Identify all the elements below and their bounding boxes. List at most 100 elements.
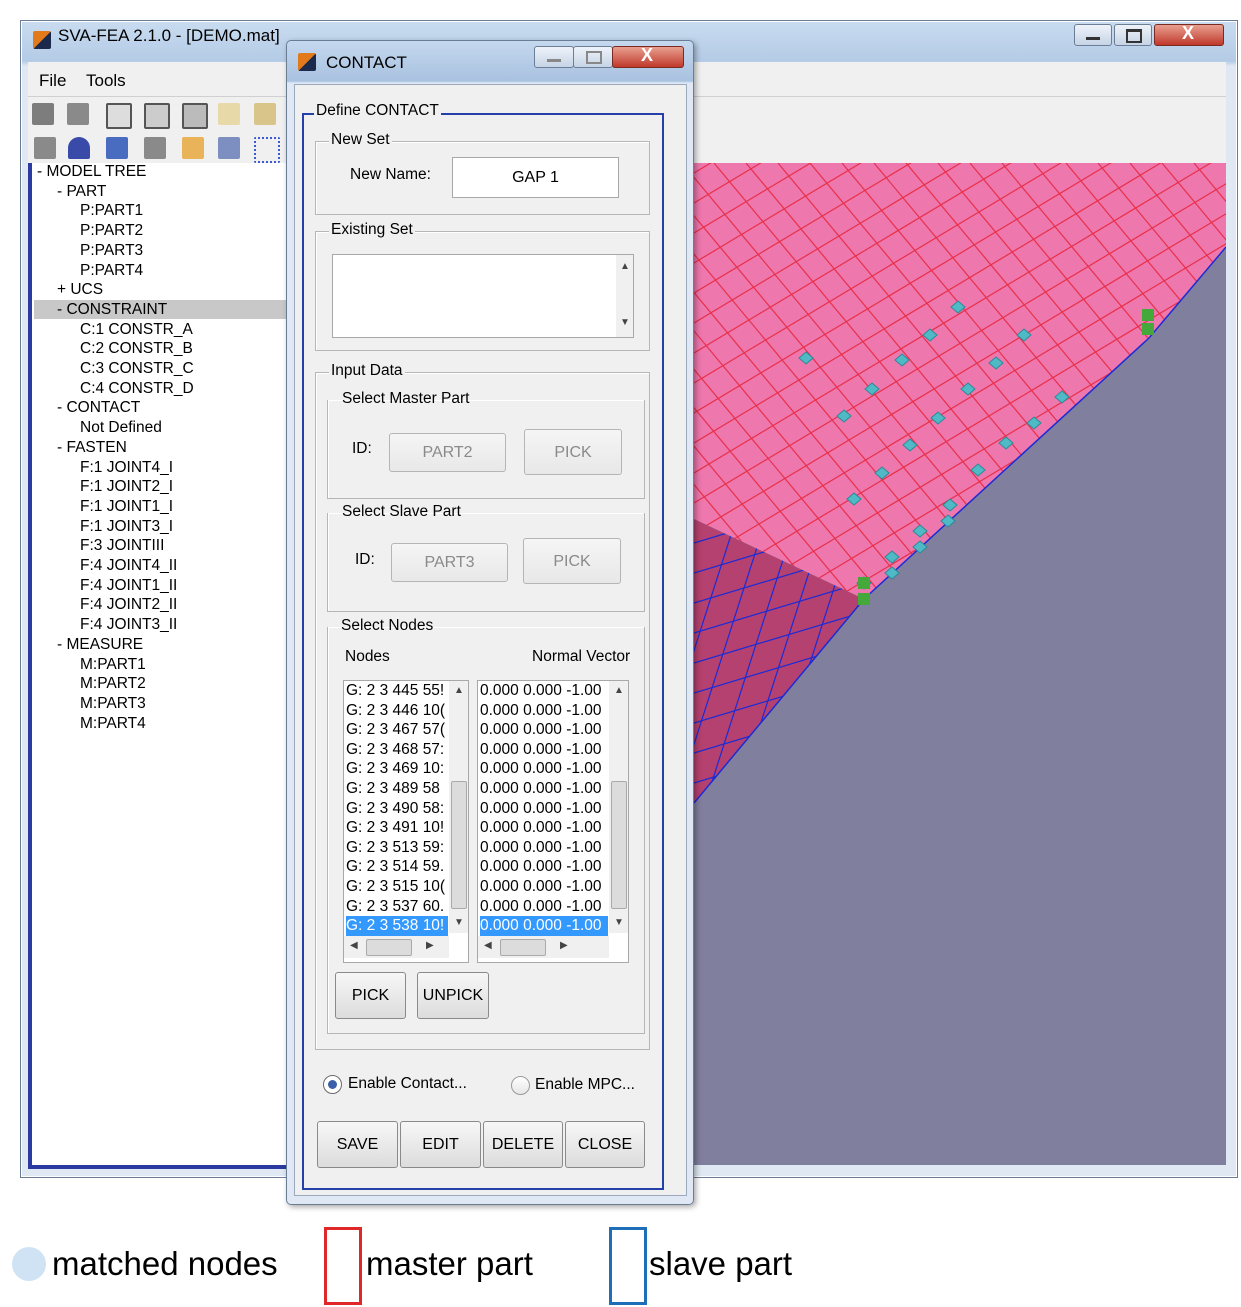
- tree-item[interactable]: F:3 JOINTIII: [80, 536, 164, 555]
- node-row[interactable]: G: 2 3 468 57:: [346, 740, 448, 760]
- normal-vector-row[interactable]: 0.000 0.000 -1.00: [480, 799, 608, 819]
- normal-vector-row[interactable]: 0.000 0.000 -1.00: [480, 857, 608, 877]
- scroll-thumb[interactable]: [611, 781, 627, 909]
- normal-vector-list[interactable]: 0.000 0.000 -1.00 0.000 0.000 -1.00 0.000 …: [477, 680, 629, 963]
- normal-vector-row[interactable]: 0.000 0.000 -1.00: [480, 897, 608, 917]
- slave-pick-button[interactable]: PICK: [523, 538, 621, 584]
- scroll-left-icon[interactable]: ◀: [350, 940, 358, 951]
- rotate-icon[interactable]: [106, 137, 128, 159]
- scroll-up-icon[interactable]: ▲: [614, 685, 624, 696]
- tree-item[interactable]: C:3 CONSTR_C: [80, 359, 194, 378]
- pin-icon[interactable]: [68, 137, 90, 159]
- normal-vector-row[interactable]: 0.000 0.000 -1.00: [480, 838, 608, 858]
- dialog-minimize-button[interactable]: [534, 46, 574, 68]
- tree-item[interactable]: Not Defined: [80, 418, 162, 437]
- normal-vector-row[interactable]: 0.000 0.000 -1.00: [480, 818, 608, 838]
- window-close-button[interactable]: X: [1154, 23, 1224, 46]
- tree-item[interactable]: P:PART4: [80, 261, 143, 280]
- enable-mpc-radio[interactable]: [511, 1076, 530, 1095]
- tree-item[interactable]: P:PART2: [80, 221, 143, 240]
- tree-item[interactable]: F:4 JOINT3_II: [80, 615, 177, 634]
- node-row[interactable]: G: 2 3 489 58: [346, 779, 448, 799]
- new-icon[interactable]: [32, 103, 54, 125]
- scroll-thumb[interactable]: [451, 781, 467, 909]
- minimize-button[interactable]: [1074, 24, 1112, 46]
- scroll-left-icon[interactable]: ◀: [484, 940, 492, 951]
- mesh-icon[interactable]: [106, 103, 132, 129]
- vertical-scrollbar[interactable]: ▲ ▼: [609, 681, 628, 933]
- tree-item[interactable]: F:4 JOINT4_II: [80, 556, 177, 575]
- tree-item[interactable]: F:4 JOINT2_II: [80, 595, 177, 614]
- align-icon[interactable]: [182, 137, 204, 159]
- tree-item[interactable]: - FASTEN: [57, 438, 127, 457]
- scroll-thumb[interactable]: [500, 939, 546, 956]
- tree-item[interactable]: M:PART2: [80, 674, 146, 693]
- viewport-3d[interactable]: [694, 163, 1226, 1165]
- node-row[interactable]: G: 2 3 490 58:: [346, 799, 448, 819]
- normal-vector-row[interactable]: 0.000 0.000 -1.00: [480, 916, 608, 936]
- node-row[interactable]: G: 2 3 445 55!: [346, 681, 448, 701]
- edit-button[interactable]: EDIT: [400, 1121, 481, 1168]
- tree-item[interactable]: + UCS: [57, 280, 103, 299]
- scroll-down-icon[interactable]: ▼: [620, 317, 630, 328]
- tree-item[interactable]: C:2 CONSTR_B: [80, 339, 193, 358]
- nodes-unpick-button[interactable]: UNPICK: [417, 972, 489, 1019]
- node-row[interactable]: G: 2 3 491 10!: [346, 818, 448, 838]
- select-icon[interactable]: [34, 137, 56, 159]
- normal-vector-row[interactable]: 0.000 0.000 -1.00: [480, 779, 608, 799]
- tree-item[interactable]: - MEASURE: [57, 635, 143, 654]
- dialog-maximize-button[interactable]: [573, 46, 613, 68]
- enable-contact-radio[interactable]: [323, 1075, 342, 1094]
- horizontal-scrollbar[interactable]: ◀ ▶: [478, 936, 609, 958]
- save-button[interactable]: SAVE: [317, 1121, 398, 1168]
- normal-vector-row[interactable]: 0.000 0.000 -1.00: [480, 759, 608, 779]
- vertical-scrollbar[interactable]: ▲ ▼: [449, 681, 468, 933]
- tree-item[interactable]: - MODEL TREE: [37, 162, 146, 181]
- normal-vector-row[interactable]: 0.000 0.000 -1.00: [480, 701, 608, 721]
- tree-item[interactable]: P:PART1: [80, 201, 143, 220]
- node-row[interactable]: G: 2 3 514 59.: [346, 857, 448, 877]
- tree-item[interactable]: M:PART1: [80, 655, 146, 674]
- master-pick-button[interactable]: PICK: [524, 429, 622, 475]
- scroll-up-icon[interactable]: ▲: [620, 261, 630, 272]
- dialog-close-button[interactable]: X: [612, 45, 684, 68]
- tree-item[interactable]: C:1 CONSTR_A: [80, 320, 193, 339]
- node-row[interactable]: G: 2 3 513 59:: [346, 838, 448, 858]
- measure-icon[interactable]: [218, 137, 240, 159]
- node-row[interactable]: G: 2 3 537 60.: [346, 897, 448, 917]
- tree-item[interactable]: F:1 JOINT1_I: [80, 497, 173, 516]
- tree-item[interactable]: F:1 JOINT2_I: [80, 477, 173, 496]
- open-icon[interactable]: [67, 103, 89, 125]
- delete-button[interactable]: DELETE: [483, 1121, 563, 1168]
- tree-item[interactable]: C:4 CONSTR_D: [80, 379, 194, 398]
- close-button[interactable]: CLOSE: [565, 1121, 645, 1168]
- mesh-refine-icon[interactable]: [144, 103, 170, 129]
- tree-item[interactable]: M:PART3: [80, 694, 146, 713]
- normal-vector-row[interactable]: 0.000 0.000 -1.00: [480, 720, 608, 740]
- scale-z-icon[interactable]: [254, 103, 276, 125]
- nodes-pick-button[interactable]: PICK: [335, 972, 406, 1019]
- existing-set-list[interactable]: ▲ ▼: [332, 254, 634, 338]
- scroll-down-icon[interactable]: ▼: [454, 917, 464, 928]
- existing-set-scrollbar[interactable]: ▲ ▼: [616, 255, 633, 337]
- node-row[interactable]: G: 2 3 446 10(: [346, 701, 448, 721]
- tree-item[interactable]: F:4 JOINT1_II: [80, 576, 177, 595]
- node-row[interactable]: G: 2 3 469 10:: [346, 759, 448, 779]
- tree-item[interactable]: - PART: [57, 182, 106, 201]
- scroll-up-icon[interactable]: ▲: [454, 685, 464, 696]
- scale-x-icon[interactable]: [218, 103, 240, 125]
- fill-icon[interactable]: [144, 137, 166, 159]
- node-row[interactable]: G: 2 3 515 10(: [346, 877, 448, 897]
- enable-contact-label[interactable]: Enable Contact...: [348, 1075, 467, 1093]
- tree-item[interactable]: P:PART3: [80, 241, 143, 260]
- node-row[interactable]: G: 2 3 538 10!: [346, 916, 448, 936]
- new-name-input[interactable]: GAP 1: [452, 157, 619, 198]
- tree-item[interactable]: F:1 JOINT4_I: [80, 458, 173, 477]
- scroll-right-icon[interactable]: ▶: [560, 940, 568, 951]
- tree-item[interactable]: M:PART4: [80, 714, 146, 733]
- menu-file[interactable]: File: [39, 71, 66, 91]
- mesh-coarse-icon[interactable]: [182, 103, 208, 129]
- maximize-button[interactable]: [1114, 24, 1152, 46]
- grid-icon[interactable]: [254, 137, 280, 163]
- normal-vector-row[interactable]: 0.000 0.000 -1.00: [480, 681, 608, 701]
